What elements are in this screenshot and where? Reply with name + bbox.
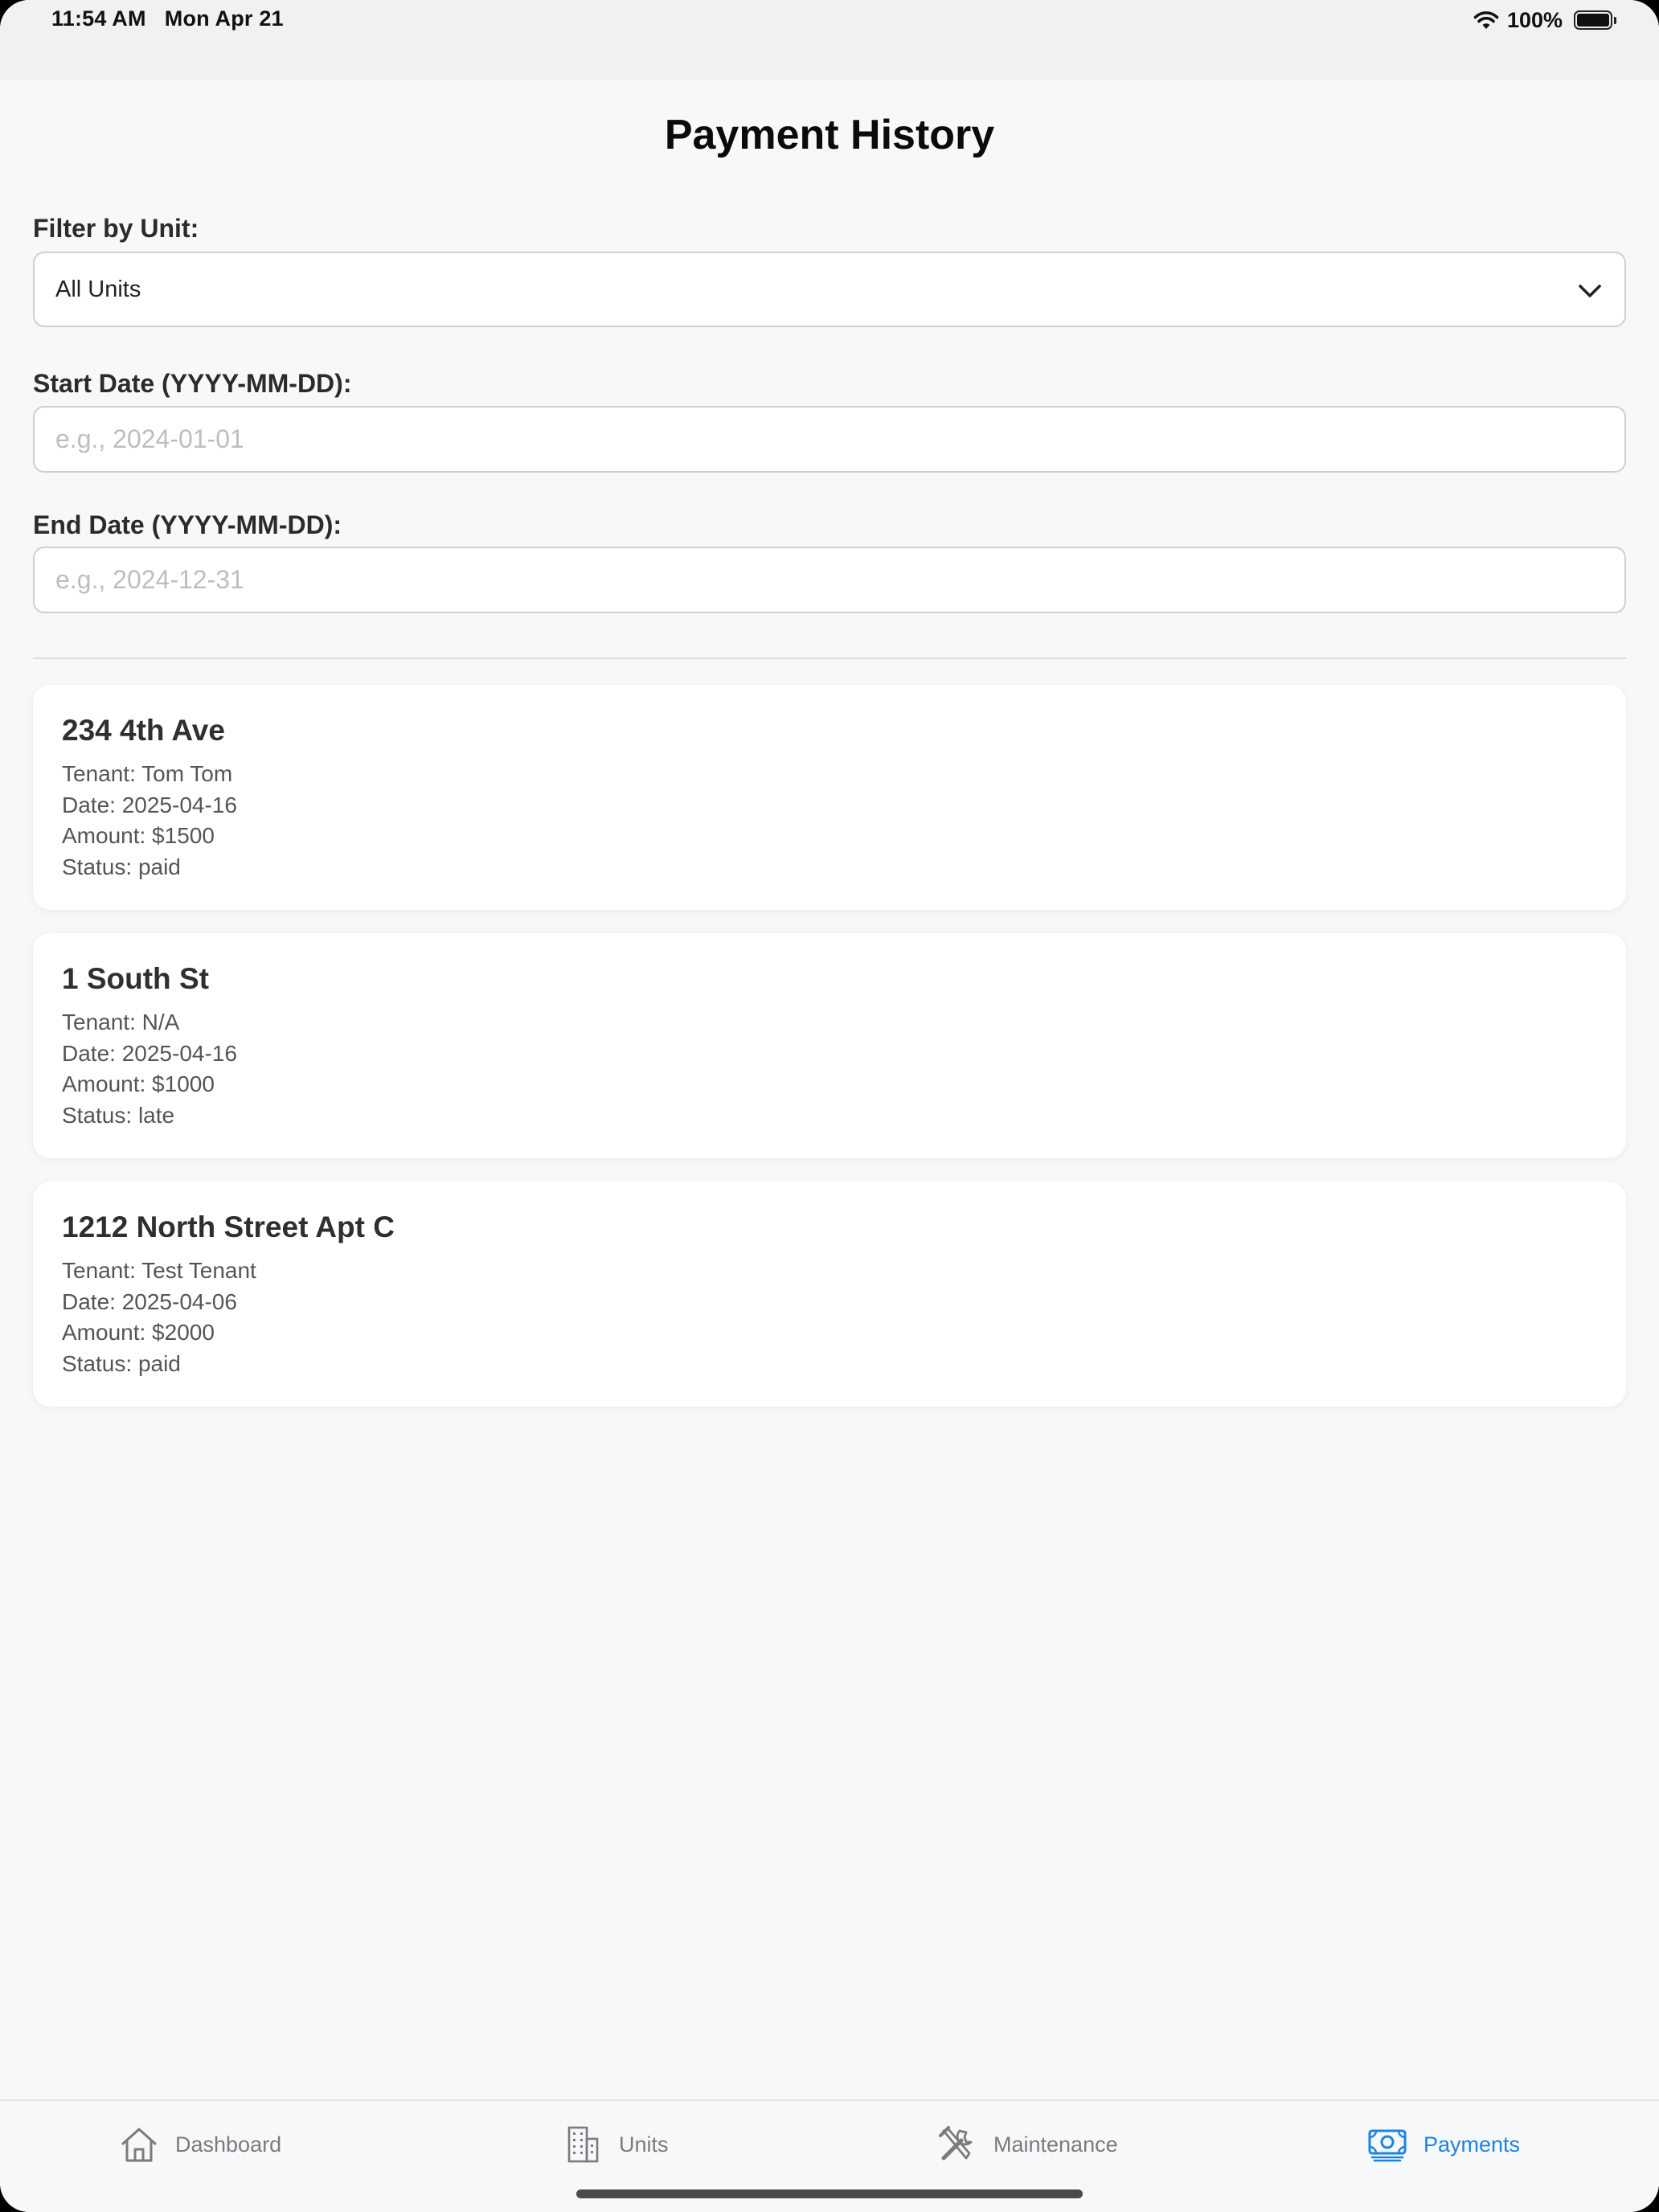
- payment-tenant: Tenant: Tom Tom: [62, 761, 233, 786]
- start-date-input[interactable]: [33, 406, 1626, 473]
- payment-card[interactable]: 1 South St Tenant: N/A Date: 2025-04-16 …: [33, 933, 1626, 1158]
- payment-status: Status: late: [62, 1102, 175, 1128]
- payment-status: Status: paid: [62, 1350, 181, 1376]
- status-time: 11:54 AM: [51, 6, 146, 31]
- page-title: Payment History: [664, 112, 995, 158]
- payment-unit: 1 South St: [62, 962, 209, 995]
- wifi-icon: [1473, 11, 1499, 29]
- unit-filter-select[interactable]: All Units: [33, 252, 1626, 327]
- tab-units[interactable]: Units: [563, 2122, 669, 2167]
- status-bar: 11:54 AM Mon Apr 21 100%: [0, 0, 1659, 80]
- app-screen: 11:54 AM Mon Apr 21 100% Payment History…: [0, 0, 1659, 2212]
- payment-amount: Amount: $1500: [62, 823, 215, 848]
- payment-amount: Amount: $2000: [62, 1320, 215, 1345]
- start-date-label: Start Date (YYYY-MM-DD):: [33, 369, 352, 398]
- status-time-date: 11:54 AM Mon Apr 21: [51, 6, 284, 31]
- tab-label: Maintenance: [993, 2132, 1118, 2157]
- unit-filter-value: All Units: [55, 276, 141, 302]
- tab-label: Dashboard: [175, 2132, 282, 2157]
- payment-card[interactable]: 1212 North Street Apt C Tenant: Test Ten…: [33, 1182, 1626, 1407]
- payment-card[interactable]: 234 4th Ave Tenant: Tom Tom Date: 2025-0…: [33, 685, 1626, 910]
- banknote-icon: [1368, 2129, 1407, 2162]
- payment-unit: 234 4th Ave: [62, 714, 225, 747]
- payment-tenant: Tenant: Test Tenant: [62, 1258, 256, 1283]
- tab-payments[interactable]: Payments: [1367, 2122, 1520, 2167]
- payment-amount: Amount: $1000: [62, 1071, 215, 1096]
- house-icon: [121, 2128, 157, 2162]
- divider: [33, 657, 1626, 659]
- unit-filter-label: Filter by Unit:: [33, 214, 199, 243]
- tab-dashboard[interactable]: Dashboard: [119, 2122, 281, 2167]
- battery-percent: 100%: [1506, 7, 1563, 32]
- chevron-down-icon: [1579, 285, 1601, 297]
- end-date-label: End Date (YYYY-MM-DD):: [33, 510, 342, 539]
- tab-maintenance[interactable]: Maintenance: [937, 2122, 1118, 2167]
- tab-label: Units: [619, 2132, 669, 2157]
- building-icon: [567, 2126, 599, 2163]
- payment-date: Date: 2025-04-16: [62, 792, 237, 817]
- tab-label: Payments: [1423, 2132, 1521, 2157]
- end-date-input[interactable]: [33, 547, 1626, 613]
- status-date: Mon Apr 21: [164, 6, 284, 31]
- status-indicators: 100%: [1473, 6, 1616, 34]
- payment-date: Date: 2025-04-16: [62, 1040, 237, 1066]
- tools-icon: [939, 2126, 973, 2161]
- payment-status: Status: paid: [62, 854, 181, 879]
- payment-date: Date: 2025-04-06: [62, 1288, 237, 1314]
- home-indicator[interactable]: [576, 2189, 1083, 2198]
- battery-icon: [1574, 10, 1616, 30]
- payment-tenant: Tenant: N/A: [62, 1010, 180, 1034]
- payment-unit: 1212 North Street Apt C: [62, 1210, 395, 1243]
